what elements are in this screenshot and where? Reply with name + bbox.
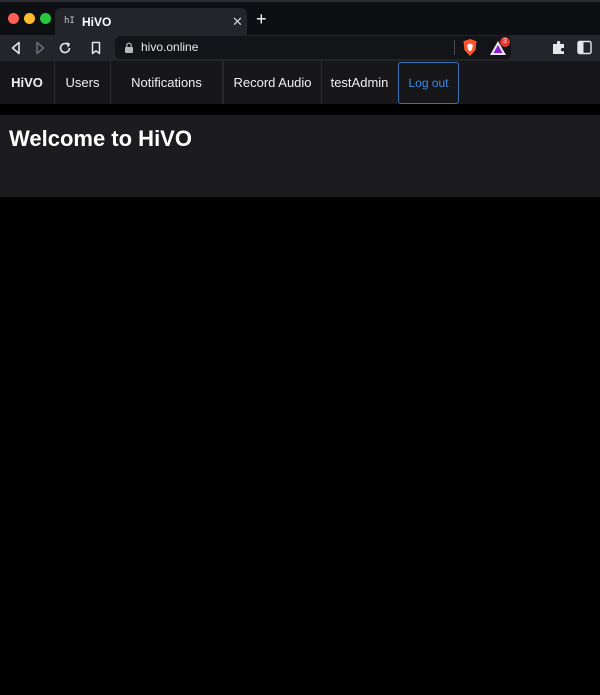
brand-link[interactable]: HiVO: [0, 61, 55, 104]
forward-icon[interactable]: [31, 39, 49, 57]
browser-toolbar: hivo.online 3: [0, 35, 600, 61]
sidebar-icon[interactable]: [577, 40, 592, 55]
logout-button[interactable]: Log out: [398, 62, 459, 104]
bookmark-icon[interactable]: [87, 39, 105, 57]
browser-titlebar: hI HiVO ✕ +: [0, 0, 600, 37]
page-title: Welcome to HiVO: [9, 126, 192, 151]
lock-icon: [125, 42, 133, 53]
nav-item-username[interactable]: testAdmin: [322, 61, 397, 104]
brave-shield-icon[interactable]: [461, 38, 479, 57]
rewards-badge: 3: [500, 37, 510, 47]
maximize-window-button[interactable]: [40, 13, 51, 24]
nav-item-record-audio[interactable]: Record Audio: [223, 61, 322, 104]
tab-close-icon[interactable]: ✕: [232, 14, 243, 30]
close-window-button[interactable]: [8, 13, 19, 24]
reload-icon[interactable]: [56, 39, 74, 57]
back-icon[interactable]: [7, 39, 25, 57]
tab-favicon-icon: hI: [64, 16, 75, 26]
extensions-icon[interactable]: [551, 39, 567, 56]
site-navbar: HiVO Users Notifications Record Audio te…: [0, 61, 600, 104]
minimize-window-button[interactable]: [24, 13, 35, 24]
browser-tab[interactable]: hI HiVO ✕: [55, 8, 247, 37]
nav-item-notifications[interactable]: Notifications: [111, 61, 223, 104]
tab-title: HiVO: [82, 15, 112, 29]
address-bar[interactable]: hivo.online 3: [115, 36, 511, 59]
welcome-banner: Welcome to HiVO: [0, 115, 600, 197]
nav-item-users[interactable]: Users: [55, 61, 111, 104]
new-tab-button[interactable]: +: [256, 10, 267, 28]
url-text[interactable]: hivo.online: [141, 40, 198, 54]
address-bar-divider: [454, 40, 455, 55]
